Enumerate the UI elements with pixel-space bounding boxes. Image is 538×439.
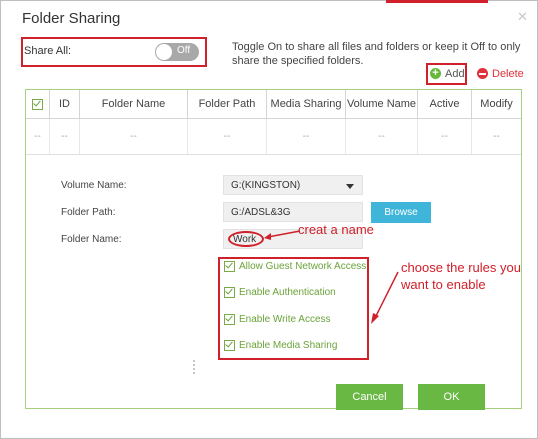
add-button[interactable]: Add: [445, 68, 465, 80]
add-icon[interactable]: +: [430, 68, 441, 79]
ok-button[interactable]: OK: [418, 384, 485, 410]
media-sharing-checkbox[interactable]: [224, 339, 235, 351]
folder-path-field[interactable]: G:/ADSL&3G: [223, 202, 363, 222]
folder-name-label: Folder Name:: [61, 234, 122, 245]
delete-icon[interactable]: [477, 68, 488, 79]
select-all-checkbox[interactable]: [32, 98, 43, 110]
table-cell: --: [50, 119, 80, 154]
volume-name-select[interactable]: G:(KINGSTON): [223, 175, 363, 195]
top-annotation-line: [386, 0, 488, 3]
select-all-cell[interactable]: [26, 90, 50, 118]
table-cell: --: [267, 119, 346, 154]
toggle-text: Off: [177, 45, 191, 56]
table-cell: --: [346, 119, 418, 154]
dialog-title: Folder Sharing: [22, 10, 121, 27]
column-header-active: Active: [418, 90, 472, 118]
share-all-description: Toggle On to share all files and folders…: [232, 41, 521, 67]
option-label: Enable Write Access: [239, 314, 331, 326]
close-icon[interactable]: ✕: [517, 9, 528, 25]
table-cell: --: [26, 119, 50, 154]
delete-button[interactable]: Delete: [492, 68, 524, 80]
option-guest-access[interactable]: Allow Guest Network Access: [224, 260, 367, 273]
chevron-down-icon: [346, 184, 354, 189]
table-cell: --: [493, 131, 500, 142]
annotation-arrow: [371, 271, 399, 324]
write-access-checkbox[interactable]: [224, 313, 235, 325]
resize-handle: [193, 360, 197, 374]
column-header-media-sharing: Media Sharing: [267, 90, 346, 118]
table-cell: --: [188, 119, 267, 154]
table-row: -- -- -- -- -- -- -- --: [26, 119, 521, 155]
share-all-toggle[interactable]: Off: [155, 43, 199, 61]
option-label: Enable Authentication: [239, 287, 336, 299]
annotation-name-note: creat a name: [298, 222, 374, 237]
guest-access-checkbox[interactable]: [224, 260, 235, 272]
table-cell: --: [418, 119, 472, 154]
annotation-rules-line1: choose the rules you: [401, 260, 521, 275]
annotation-rules-line2: want to enable: [401, 277, 486, 292]
option-label: Enable Media Sharing: [239, 340, 338, 352]
column-header-folder-path: Folder Path: [188, 90, 267, 118]
option-media-sharing[interactable]: Enable Media Sharing: [224, 339, 338, 352]
folder-path-label: Folder Path:: [61, 207, 116, 218]
option-authentication[interactable]: Enable Authentication: [224, 286, 336, 299]
folder-name-highlight: [228, 231, 264, 247]
column-header-modify: Modify: [480, 98, 513, 110]
column-header-folder-name: Folder Name: [80, 90, 188, 118]
volume-name-value: G:(KINGSTON): [231, 180, 301, 191]
column-header-volume-name: Volume Name: [346, 90, 418, 118]
annotation-arrow: [264, 230, 301, 240]
table-cell: --: [80, 119, 188, 154]
browse-button[interactable]: Browse: [371, 202, 431, 223]
option-label: Allow Guest Network Access: [239, 261, 367, 273]
option-write-access[interactable]: Enable Write Access: [224, 313, 331, 326]
volume-name-label: Volume Name:: [61, 180, 127, 191]
authentication-checkbox[interactable]: [224, 286, 235, 298]
column-header-id: ID: [50, 90, 80, 118]
toggle-knob: [156, 44, 172, 60]
share-all-label: Share All:: [24, 45, 72, 57]
table-header: ID Folder Name Folder Path Media Sharing…: [26, 90, 521, 119]
cancel-button[interactable]: Cancel: [336, 384, 403, 410]
